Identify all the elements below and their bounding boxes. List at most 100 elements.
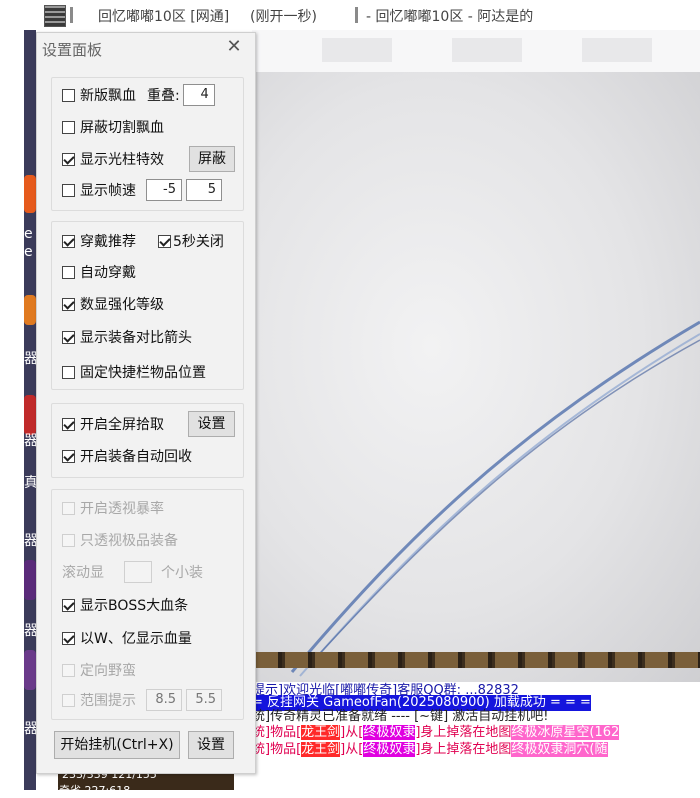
placeholder-block [322, 38, 392, 62]
frame-max-input[interactable]: 5 [186, 179, 222, 201]
frame-rate-label: 显示帧速 [80, 183, 136, 199]
option-wear-recommend[interactable]: 穿戴推荐 [62, 231, 136, 251]
desktop-app-icon[interactable] [24, 295, 36, 325]
game-viewport[interactable] [252, 72, 700, 682]
option-range-hint[interactable]: 范围提示 8.5 5.5 [62, 689, 222, 711]
option-light-pillar[interactable]: 显示光柱特效 [62, 149, 164, 169]
chat-monster-name: 终极奴隶 [363, 742, 416, 757]
wear-recommend-checkbox[interactable] [62, 234, 75, 248]
chat-item-name: 龙王剑 [301, 725, 341, 740]
auto-wear-checkbox[interactable] [62, 265, 75, 279]
option-fix-hotbar[interactable]: 固定快捷栏物品位置 [62, 362, 206, 382]
chat-monster-name: 终极奴隶 [363, 725, 416, 740]
game-hotbar[interactable] [252, 652, 700, 668]
xray-rate-checkbox[interactable] [62, 501, 75, 515]
block-button[interactable]: 屏蔽 [189, 146, 235, 172]
auto-recycle-checkbox[interactable] [62, 449, 75, 463]
option-scroll-display: 滚动显 个小装 [62, 561, 203, 583]
show-enhance-label: 数显强化等级 [80, 297, 164, 313]
close-5s-checkbox[interactable] [158, 234, 171, 248]
hp-wan-label: 以W、亿显示血量 [80, 631, 192, 647]
close-icon[interactable]: ✕ [226, 38, 242, 56]
compare-arrow-checkbox[interactable] [62, 330, 75, 344]
option-auto-recycle[interactable]: 开启装备自动回收 [62, 446, 192, 466]
character-coords: 比奇省 227:618 [48, 784, 131, 797]
option-boss-hp[interactable]: 显示BOSS大血条 [62, 595, 188, 615]
chat-map-name: 终极冰原星空(162 [511, 725, 620, 740]
desktop-app-icon[interactable] [24, 395, 36, 435]
option-show-enhance[interactable]: 数显强化等级 [62, 294, 164, 314]
xray-rare-checkbox[interactable] [62, 533, 75, 547]
pickup-settings-button[interactable]: 设置 [188, 411, 235, 437]
new-blood-label: 新版飘血 [80, 88, 136, 104]
full-pickup-label: 开启全屏拾取 [80, 417, 164, 433]
option-xray-rate[interactable]: 开启透视暴率 [62, 498, 164, 518]
frame-min-input[interactable]: -5 [146, 179, 182, 201]
placeholder-block [582, 38, 652, 62]
block-cut-blood-checkbox[interactable] [62, 120, 75, 134]
title-separator [355, 7, 358, 23]
desktop-label: e [24, 226, 33, 242]
window-title: 回忆嘟嘟10区 [网通] [98, 9, 230, 25]
option-hp-wan[interactable]: 以W、亿显示血量 [62, 628, 192, 648]
directional-label: 定向野蛮 [80, 663, 136, 679]
xray-rate-label: 开启透视暴率 [80, 501, 164, 517]
chat-segment: ]身上掉落在地图 [415, 725, 512, 740]
boss-hp-checkbox[interactable] [62, 598, 75, 612]
option-auto-wear[interactable]: 自动穿戴 [62, 262, 136, 282]
directional-checkbox[interactable] [62, 663, 75, 677]
chat-line: 统]物品[龙王剑]从[终极奴隶]身上掉落在地图终极奴隶洞穴(随 [252, 742, 608, 758]
option-compare-arrow[interactable]: 显示装备对比箭头 [62, 327, 192, 347]
auto-wear-label: 自动穿戴 [80, 265, 136, 281]
range-hint-checkbox[interactable] [62, 693, 75, 707]
chat-segment: ]从[ [340, 725, 364, 740]
bottom-settings-button[interactable]: 设置 [188, 731, 234, 759]
full-pickup-checkbox[interactable] [62, 417, 75, 431]
window-title-status: (刚开一秒) [250, 9, 317, 25]
range-b-input[interactable]: 5.5 [186, 689, 222, 711]
chat-line: 统]物品[龙王剑]从[终极奴隶]身上掉落在地图终极冰原星空(162 [252, 725, 620, 741]
scroll-count-input[interactable] [124, 561, 152, 583]
range-hint-label: 范围提示 [80, 693, 136, 709]
desktop-label: e [24, 244, 33, 260]
desktop-app-icon[interactable] [24, 560, 36, 600]
option-close-5s[interactable]: 5秒关闭 [158, 231, 224, 251]
option-directional[interactable]: 定向野蛮 [62, 660, 136, 680]
window-titlebar: 回忆嘟嘟10区 [网通] (刚开一秒) - 回忆嘟嘟10区 - 阿达是的 [0, 0, 700, 30]
fix-hotbar-checkbox[interactable] [62, 365, 75, 379]
wear-recommend-label: 穿戴推荐 [80, 234, 136, 250]
option-block-cut-blood[interactable]: 屏蔽切割飘血 [62, 117, 164, 137]
settings-dialog: 设置面板 ✕ 新版飘血 重叠: 4 屏蔽切割飘血 显示光柱特效 屏蔽 显示帧速 … [36, 32, 256, 774]
chat-segment: 统]物品[ [252, 725, 302, 740]
option-new-blood[interactable]: 新版飘血 重叠: 4 [62, 84, 215, 106]
overlap-label: 重叠: [147, 88, 180, 104]
chat-line: 统]传奇精灵已准备就绪 ---- [~键] 激活自动挂机吧! [252, 709, 549, 724]
title-separator [70, 7, 73, 23]
window-title-server: - 回忆嘟嘟10区 - 阿达是的 [366, 9, 534, 25]
new-blood-checkbox[interactable] [62, 88, 75, 102]
chat-item-name: 龙王剑 [301, 742, 341, 757]
frame-rate-checkbox[interactable] [62, 183, 75, 197]
desktop-app-icon[interactable] [24, 650, 36, 690]
overlap-input[interactable]: 4 [182, 84, 215, 106]
start-autoplay-button[interactable]: 开始挂机(Ctrl+X) [54, 731, 180, 759]
desktop-app-icon[interactable] [24, 175, 36, 213]
close-5s-label: 5秒关闭 [173, 234, 224, 250]
scroll-label: 滚动显 [62, 565, 104, 581]
range-a-input[interactable]: 8.5 [146, 689, 182, 711]
hp-wan-checkbox[interactable] [62, 631, 75, 645]
light-pillar-checkbox[interactable] [62, 152, 75, 166]
auto-recycle-label: 开启装备自动回收 [80, 449, 192, 465]
option-full-pickup[interactable]: 开启全屏拾取 [62, 414, 164, 434]
compare-arrow-label: 显示装备对比箭头 [80, 330, 192, 346]
chat-segment: ]从[ [340, 742, 364, 757]
option-frame-rate[interactable]: 显示帧速 -5 5 [62, 179, 222, 201]
game-top-strip [252, 30, 700, 72]
chat-segment: 统]物品[ [252, 742, 302, 757]
option-xray-rare[interactable]: 只透视极品装备 [62, 530, 178, 550]
xray-rare-label: 只透视极品装备 [80, 533, 178, 549]
show-enhance-checkbox[interactable] [62, 297, 75, 311]
scroll-unit-label: 个小装 [161, 565, 203, 581]
placeholder-block [452, 38, 522, 62]
boss-hp-label: 显示BOSS大血条 [80, 598, 189, 614]
